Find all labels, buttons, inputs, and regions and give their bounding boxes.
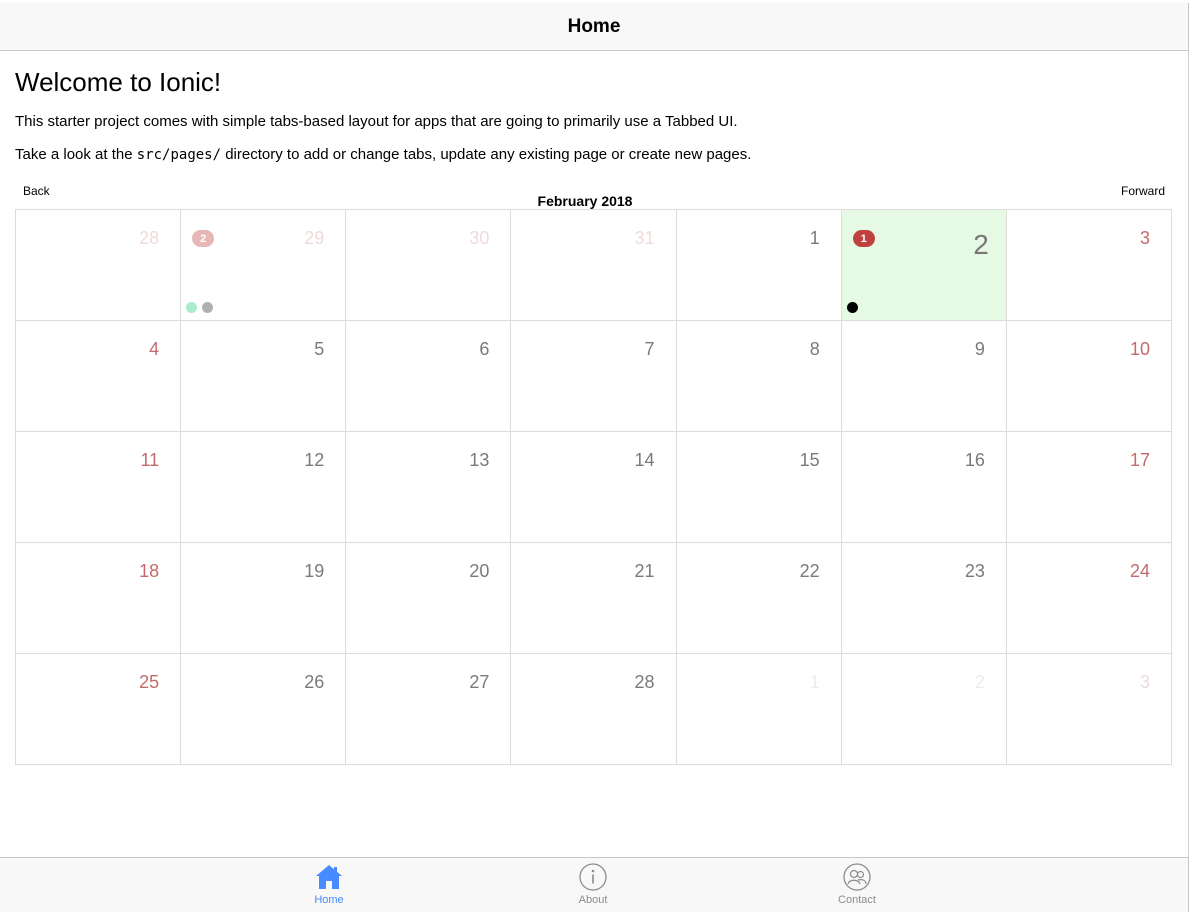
day-number: 8 bbox=[809, 339, 820, 359]
day-number: 14 bbox=[634, 450, 655, 470]
calendar-day-cell[interactable]: 11 bbox=[16, 432, 182, 543]
calendar-day-cell[interactable]: 7 bbox=[511, 321, 677, 432]
calendar-day-cell[interactable]: 6 bbox=[346, 321, 512, 432]
tab-about[interactable]: About bbox=[533, 862, 653, 912]
day-number: 2 bbox=[974, 672, 985, 692]
nav-bar: Home bbox=[0, 3, 1189, 51]
day-number: 27 bbox=[469, 672, 490, 692]
day-number: 26 bbox=[304, 672, 325, 692]
main-content: Welcome to Ionic! This starter project c… bbox=[0, 51, 1189, 857]
directory-path-code: src/pages/ bbox=[136, 147, 222, 163]
calendar-day-cell[interactable]: 23 bbox=[841, 543, 1007, 654]
day-number: 28 bbox=[139, 228, 160, 248]
day-number: 9 bbox=[974, 339, 985, 359]
calendar-month-title: February 2018 bbox=[537, 193, 633, 209]
tab-home-label: Home bbox=[314, 894, 344, 906]
day-number: 6 bbox=[479, 339, 490, 359]
calendar-day-cell[interactable]: 28 bbox=[16, 210, 182, 321]
calendar-day-cell[interactable]: 24 bbox=[1006, 543, 1172, 654]
calendar-day-cell[interactable]: 22 bbox=[676, 543, 842, 654]
tab-home[interactable]: Home bbox=[269, 862, 389, 912]
welcome-heading: Welcome to Ionic! bbox=[15, 67, 222, 97]
day-number: 28 bbox=[634, 672, 655, 692]
home-icon bbox=[316, 865, 342, 889]
event-dot bbox=[186, 302, 198, 313]
event-dots bbox=[846, 302, 858, 313]
calendar-day-cell[interactable]: 5 bbox=[181, 321, 347, 432]
day-number: 20 bbox=[469, 561, 490, 581]
day-number: 24 bbox=[1129, 561, 1150, 581]
calendar-day-cell[interactable]: 12 bbox=[181, 432, 347, 543]
calendar-day-cell[interactable]: 17 bbox=[1006, 432, 1172, 543]
calendar-day-cell[interactable]: 30 bbox=[346, 210, 512, 321]
calendar-day-cell[interactable]: 20 bbox=[346, 543, 512, 654]
day-number: 4 bbox=[149, 339, 160, 359]
calendar-day-cell[interactable]: 4 bbox=[16, 321, 182, 432]
day-number: 18 bbox=[139, 561, 160, 581]
calendar-day-cell[interactable]: 14 bbox=[511, 432, 677, 543]
info-icon bbox=[579, 863, 607, 891]
day-number: 1 bbox=[809, 228, 820, 248]
calendar-day-cell[interactable]: 19 bbox=[181, 543, 347, 654]
contacts-icon bbox=[843, 863, 871, 891]
day-number: 15 bbox=[799, 450, 820, 470]
event-dot bbox=[202, 302, 214, 313]
day-number: 3 bbox=[1139, 672, 1150, 692]
event-dot bbox=[846, 302, 858, 313]
tab-about-label: About bbox=[578, 894, 608, 906]
day-number: 31 bbox=[634, 228, 655, 248]
day-number: 10 bbox=[1129, 339, 1150, 359]
calendar-day-cell[interactable]: 28 bbox=[511, 654, 677, 765]
directory-paragraph: Take a look at the src/pages/ directory … bbox=[15, 146, 751, 163]
calendar-day-cell[interactable]: 31 bbox=[511, 210, 677, 321]
day-number: 16 bbox=[964, 450, 985, 470]
day-number: 1 bbox=[809, 672, 820, 692]
event-count-badge: 1 bbox=[852, 230, 875, 247]
day-number: 2 bbox=[973, 229, 989, 260]
calendar-day-cell[interactable]: 25 bbox=[16, 654, 182, 765]
day-number: 19 bbox=[304, 561, 325, 581]
tab-contact[interactable]: Contact bbox=[797, 862, 917, 912]
day-number: 17 bbox=[1129, 450, 1150, 470]
calendar-day-cell[interactable]: 21 bbox=[511, 543, 677, 654]
day-number: 12 bbox=[304, 450, 325, 470]
day-number: 7 bbox=[644, 339, 655, 359]
day-number: 25 bbox=[139, 672, 160, 692]
calendar-day-cell[interactable]: 16 bbox=[841, 432, 1007, 543]
calendar-day-cell[interactable]: 13 bbox=[346, 432, 512, 543]
day-number: 29 bbox=[304, 228, 325, 248]
calendar-day-cell[interactable]: 9 bbox=[841, 321, 1007, 432]
day-number: 11 bbox=[140, 450, 160, 470]
day-number: 23 bbox=[964, 561, 985, 581]
calendar-day-cell[interactable]: 2 29 bbox=[181, 210, 347, 321]
tab-contact-label: Contact bbox=[838, 894, 876, 906]
directory-paragraph-prefix: Take a look at the bbox=[15, 146, 137, 163]
calendar-day-cell[interactable]: 1 bbox=[676, 210, 842, 321]
calendar-grid: 28 2 29 30 31 1 1 2 3 4 5 6 7 8 9 10 11 12 13 14 15 16 17 18 19 2… bbox=[15, 209, 1172, 765]
calendar-day-cell[interactable]: 18 bbox=[16, 543, 182, 654]
intro-paragraph: This starter project comes with simple t… bbox=[15, 113, 738, 130]
calendar-day-cell[interactable]: 10 bbox=[1006, 321, 1172, 432]
day-number: 30 bbox=[469, 228, 490, 248]
directory-paragraph-suffix: directory to add or change tabs, update … bbox=[221, 146, 752, 163]
day-number: 13 bbox=[469, 450, 490, 470]
calendar-day-cell[interactable]: 1 bbox=[676, 654, 842, 765]
calendar-day-cell[interactable]: 12 bbox=[841, 210, 1007, 321]
calendar-day-cell[interactable]: 3 bbox=[1006, 654, 1172, 765]
event-count-badge: 2 bbox=[192, 230, 215, 247]
calendar-day-cell[interactable]: 2 bbox=[841, 654, 1007, 765]
day-number: 5 bbox=[314, 339, 325, 359]
day-number: 21 bbox=[634, 561, 655, 581]
calendar-day-cell[interactable]: 3 bbox=[1006, 210, 1172, 321]
day-number: 22 bbox=[799, 561, 820, 581]
calendar-day-cell[interactable]: 8 bbox=[676, 321, 842, 432]
event-dots bbox=[186, 302, 214, 313]
calendar-day-cell[interactable]: 26 bbox=[181, 654, 347, 765]
page-title: Home bbox=[567, 15, 621, 37]
tab-bar: Home About Contact bbox=[0, 857, 1189, 912]
day-number: 3 bbox=[1139, 228, 1150, 248]
calendar-day-cell[interactable]: 15 bbox=[676, 432, 842, 543]
calendar-day-cell[interactable]: 27 bbox=[346, 654, 512, 765]
